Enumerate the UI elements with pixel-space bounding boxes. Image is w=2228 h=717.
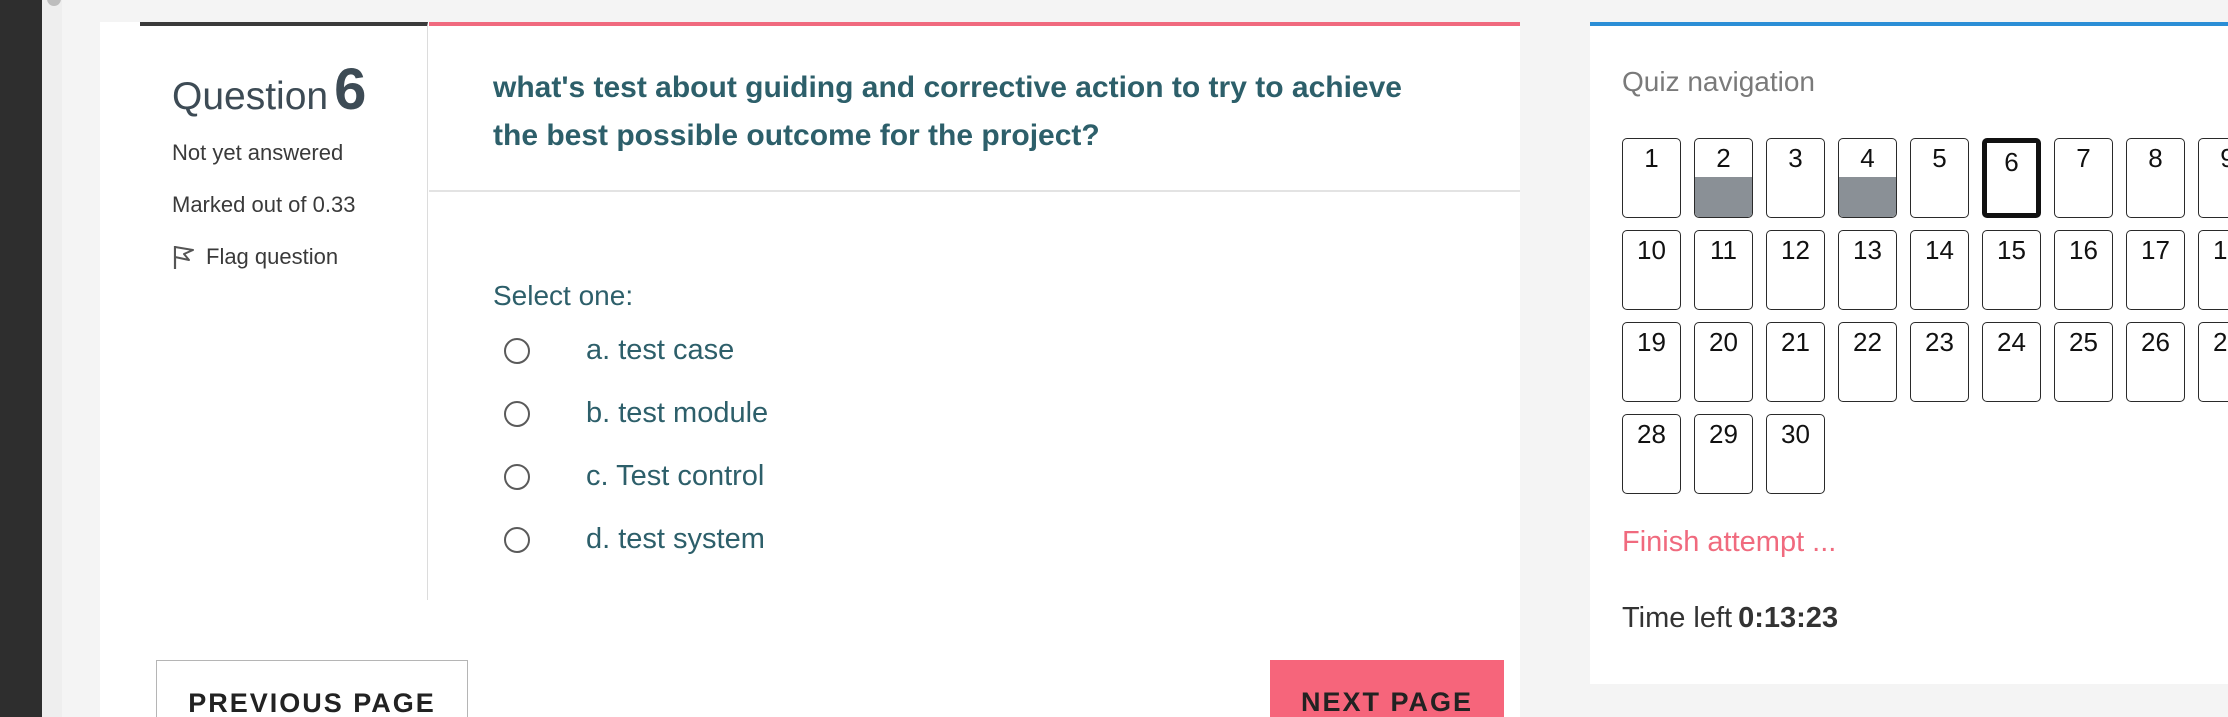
quiz-nav-button-label: 13 — [1853, 235, 1882, 265]
finish-attempt-link[interactable]: Finish attempt ... — [1622, 526, 1836, 559]
quiz-nav-button-label: 18 — [2213, 235, 2228, 265]
quiz-nav-button-label: 24 — [1997, 327, 2026, 357]
quiz-nav-button[interactable]: 13 — [1838, 230, 1897, 310]
quiz-nav-button[interactable]: 16 — [2054, 230, 2113, 310]
quiz-nav-button-label: 6 — [2004, 147, 2019, 177]
answer-option-label[interactable]: c. Test control — [586, 460, 764, 493]
quiz-nav-button-label: 21 — [1781, 327, 1810, 357]
quiz-navigation-title: Quiz navigation — [1622, 66, 1816, 97]
quiz-nav-button-label: 25 — [2069, 327, 2098, 357]
question-heading: Question 6 — [172, 56, 366, 123]
flag-question-button[interactable]: Flag question — [172, 244, 338, 270]
quiz-nav-button-label: 19 — [1637, 327, 1666, 357]
answer-option-label[interactable]: b. test module — [586, 397, 768, 430]
quiz-nav-button-label: 5 — [1932, 143, 1947, 173]
quiz-nav-button-label: 23 — [1925, 327, 1954, 357]
quiz-nav-button[interactable]: 6 — [1982, 138, 2041, 218]
scrollbar-track[interactable] — [42, 0, 62, 717]
quiz-nav-button[interactable]: 11 — [1694, 230, 1753, 310]
answer-option-a[interactable]: a. test case — [504, 334, 734, 367]
quiz-nav-button[interactable]: 2 — [1694, 138, 1753, 218]
quiz-nav-button[interactable]: 21 — [1766, 322, 1825, 402]
quiz-nav-button[interactable]: 8 — [2126, 138, 2185, 218]
quiz-nav-button[interactable]: 23 — [1910, 322, 1969, 402]
quiz-nav-button[interactable]: 15 — [1982, 230, 2041, 310]
question-text: what's test about guiding and corrective… — [493, 71, 1402, 152]
quiz-nav-button[interactable]: 20 — [1694, 322, 1753, 402]
quiz-nav-button-label: 17 — [2141, 235, 2170, 265]
quiz-nav-button[interactable]: 10 — [1622, 230, 1681, 310]
quiz-nav-button-label: 22 — [1853, 327, 1882, 357]
radio-button[interactable] — [504, 526, 530, 553]
quiz-nav-button-label: 27 — [2213, 327, 2228, 357]
quiz-nav-button-label: 30 — [1781, 419, 1810, 449]
quiz-nav-button-label: 8 — [2148, 143, 2163, 173]
timer: Time left 0:13:23 — [1622, 602, 1838, 635]
quiz-nav-button-label: 11 — [1710, 235, 1737, 265]
question-content: what's test about guiding and corrective… — [429, 22, 1520, 600]
question-card: Question 6 Not yet answered Marked out of… — [100, 22, 1520, 717]
answer-prompt: Select one: — [493, 280, 634, 311]
question-grade: Marked out of 0.33 — [172, 192, 356, 217]
quiz-nav-button-label: 10 — [1637, 235, 1666, 265]
quiz-nav-button[interactable]: 27 — [2198, 322, 2228, 402]
answered-indicator — [1839, 177, 1896, 217]
quiz-nav-button-label: 7 — [2076, 143, 2091, 173]
quiz-nav-button-label: 4 — [1860, 143, 1875, 173]
quiz-nav-button-label: 3 — [1788, 143, 1803, 173]
quiz-nav-button-label: 14 — [1925, 235, 1954, 265]
time-left-value: 0:13:23 — [1738, 602, 1839, 634]
quiz-nav-button-label: 29 — [1709, 419, 1738, 449]
window-edge — [0, 0, 42, 717]
flag-icon — [173, 246, 194, 269]
quiz-nav-button-label: 20 — [1709, 327, 1738, 357]
quiz-nav-button[interactable]: 12 — [1766, 230, 1825, 310]
quiz-nav-button[interactable]: 7 — [2054, 138, 2113, 218]
quiz-nav-button-label: 15 — [1997, 235, 2026, 265]
quiz-nav-button[interactable]: 19 — [1622, 322, 1681, 402]
radio-button[interactable] — [504, 400, 530, 427]
answer-option-d[interactable]: d. test system — [504, 523, 765, 556]
quiz-nav-button[interactable]: 18 — [2198, 230, 2228, 310]
quiz-nav-button[interactable]: 30 — [1766, 414, 1825, 494]
quiz-nav-button[interactable]: 24 — [1982, 322, 2041, 402]
question-number: 6 — [334, 57, 367, 122]
quiz-nav-button[interactable]: 3 — [1766, 138, 1825, 218]
quiz-nav-button[interactable]: 1 — [1622, 138, 1681, 218]
quiz-nav-button-label: 9 — [2199, 143, 2228, 174]
quiz-nav-button[interactable]: 28 — [1622, 414, 1681, 494]
quiz-nav-button[interactable]: 17 — [2126, 230, 2185, 310]
radio-button[interactable] — [504, 463, 530, 490]
quiz-nav-button[interactable]: 22 — [1838, 322, 1897, 402]
quiz-nav-button[interactable]: 25 — [2054, 322, 2113, 402]
quiz-nav-button[interactable]: 14 — [1910, 230, 1969, 310]
answer-option-label[interactable]: d. test system — [586, 523, 765, 556]
quiz-nav-button[interactable]: 29 — [1694, 414, 1753, 494]
quiz-nav-button[interactable]: 4 — [1838, 138, 1897, 218]
quiz-nav-button-label: 1 — [1644, 143, 1659, 173]
quiz-nav-button-label: 28 — [1637, 419, 1666, 449]
answer-option-c[interactable]: c. Test control — [504, 460, 764, 493]
divider — [429, 190, 1520, 192]
quiz-nav-button[interactable]: 26 — [2126, 322, 2185, 402]
question-state: Not yet answered — [172, 140, 344, 165]
question-info: Question 6 Not yet answered Marked out of… — [140, 22, 428, 600]
time-left-label: Time left — [1622, 602, 1733, 634]
quiz-nav-button-label: 12 — [1781, 235, 1810, 265]
question-word: Question — [172, 75, 329, 118]
answer-option-b[interactable]: b. test module — [504, 397, 768, 430]
quiz-nav-button-label: 26 — [2141, 327, 2170, 357]
radio-button[interactable] — [504, 337, 530, 364]
flag-question-label: Flag question — [206, 244, 339, 269]
answered-indicator — [1695, 177, 1752, 217]
previous-page-button[interactable]: PREVIOUS PAGE — [156, 660, 468, 717]
next-page-button[interactable]: NEXT PAGE — [1270, 660, 1504, 717]
quiz-nav-button[interactable]: 5 — [1910, 138, 1969, 218]
answer-option-label[interactable]: a. test case — [586, 334, 734, 367]
quiz-nav-button-label: 16 — [2069, 235, 2098, 265]
quiz-navigation-panel: Quiz navigation 123456789101112131415161… — [1590, 22, 2228, 684]
quiz-nav-button[interactable]: 9 — [2198, 138, 2228, 218]
quiz-nav-button-label: 2 — [1716, 143, 1731, 173]
